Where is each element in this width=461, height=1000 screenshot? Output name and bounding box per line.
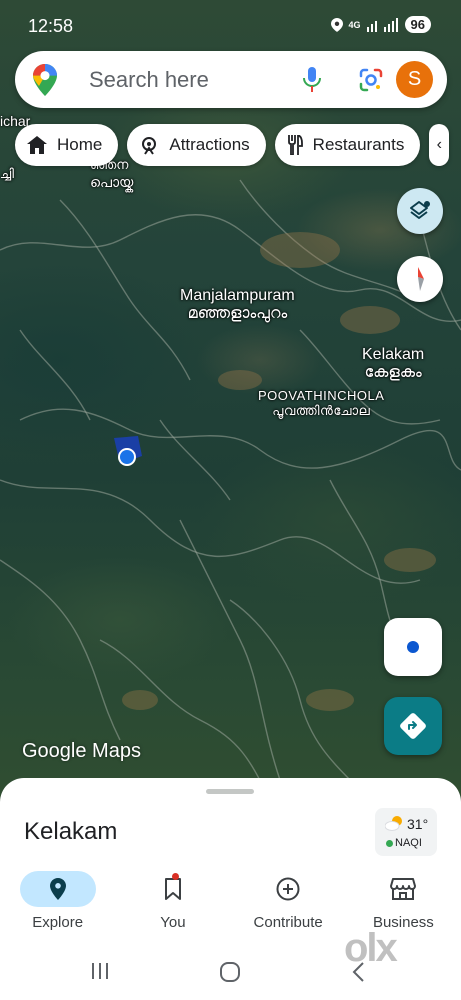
- nav-you-label: You: [160, 914, 186, 931]
- my-location-icon: [407, 641, 419, 653]
- layers-icon: [410, 201, 430, 219]
- recent-apps-icon[interactable]: [90, 962, 110, 980]
- chip-attractions[interactable]: Attractions: [127, 124, 266, 166]
- nav-explore-label: Explore: [32, 914, 84, 931]
- attractions-icon: [142, 137, 157, 155]
- more-chip-icon: ‹: [436, 136, 442, 153]
- map-label-place-ml-2: പൊയ്ക: [90, 174, 134, 190]
- nav-you[interactable]: You: [115, 865, 230, 945]
- home-system-icon[interactable]: [219, 961, 241, 983]
- map-label-poovathinchola-ml: പൂവത്തിൻചോല: [272, 402, 371, 418]
- chip-more[interactable]: ‹: [429, 124, 450, 166]
- layers-button[interactable]: [397, 188, 443, 234]
- storefront-icon: [390, 878, 417, 900]
- weather-badge[interactable]: 31° NAQI: [375, 808, 437, 856]
- home-icon: [27, 136, 47, 154]
- chip-restaurants-label: Restaurants: [312, 135, 405, 154]
- nav-contribute[interactable]: Contribute: [231, 865, 346, 945]
- network-type: 4G: [348, 19, 361, 30]
- restaurant-icon: [287, 135, 303, 155]
- map-label-manjalampuram-ml: മഞ്ഞളാംപുറം: [187, 305, 288, 323]
- status-icons: 4G 96: [330, 16, 431, 33]
- category-chips: Home Attractions Restaurants ‹: [15, 124, 450, 166]
- signal-icon: [366, 17, 398, 32]
- status-time: 12:58: [28, 16, 74, 36]
- search-input[interactable]: Search here: [89, 67, 209, 93]
- map-label-edge-ml: ച്ചി: [0, 166, 14, 181]
- map-label-manjalampuram[interactable]: Manjalampuram മഞ്ഞളാംപുറം: [180, 287, 295, 324]
- map-label-poovathinchola[interactable]: POOVATHINCHOLA പൂവത്തിൻചോല: [258, 388, 385, 419]
- map-label-poovathinchola-en: POOVATHINCHOLA: [258, 388, 385, 403]
- nav-contribute-label: Contribute: [253, 914, 323, 931]
- chip-restaurants[interactable]: Restaurants: [274, 124, 421, 166]
- status-bar: 12:58 4G 96: [0, 0, 461, 50]
- weather-temperature: 31°: [407, 816, 429, 832]
- chip-attractions-label: Attractions: [169, 135, 250, 154]
- nav-explore-indicator: [19, 871, 96, 907]
- sheet-drag-handle[interactable]: [206, 789, 254, 794]
- my-location-button[interactable]: [384, 618, 442, 676]
- partly-sunny-icon: [385, 816, 402, 831]
- chip-home[interactable]: Home: [15, 124, 119, 166]
- google-lens-icon[interactable]: [358, 67, 384, 93]
- directions-icon: [400, 713, 426, 739]
- google-maps-attribution: Google Maps: [22, 740, 141, 762]
- nav-explore[interactable]: Explore: [0, 865, 115, 945]
- battery-indicator: 96: [404, 16, 431, 33]
- nav-contribute-indicator: [250, 871, 326, 907]
- add-circle-icon: [276, 877, 300, 901]
- bookmark-icon: [164, 878, 181, 900]
- weather-aqi: NAQI: [395, 837, 422, 849]
- place-title: Kelakam: [24, 818, 118, 845]
- account-avatar[interactable]: S: [396, 61, 433, 98]
- chip-home-label: Home: [57, 135, 103, 154]
- map-label-kelakam-en: Kelakam: [362, 346, 425, 363]
- search-bar[interactable]: Search here S: [15, 51, 447, 108]
- olx-watermark: olx: [344, 926, 398, 970]
- directions-button[interactable]: [384, 697, 442, 755]
- compass-icon: [418, 267, 424, 291]
- aqi-dot: [386, 840, 393, 847]
- nav-business-indicator: [365, 871, 441, 907]
- map-label-manjalampuram-en: Manjalampuram: [180, 287, 295, 304]
- current-location-marker: [112, 434, 144, 466]
- explore-pin-icon: [49, 878, 66, 900]
- map-label-kelakam-ml: കേളകം: [364, 364, 422, 382]
- location-status-icon: [330, 17, 343, 32]
- compass-button[interactable]: [397, 256, 443, 302]
- google-maps-logo-icon: [33, 64, 57, 96]
- map-label-kelakam[interactable]: Kelakam കേളകം: [362, 346, 424, 383]
- mic-icon[interactable]: [301, 67, 323, 93]
